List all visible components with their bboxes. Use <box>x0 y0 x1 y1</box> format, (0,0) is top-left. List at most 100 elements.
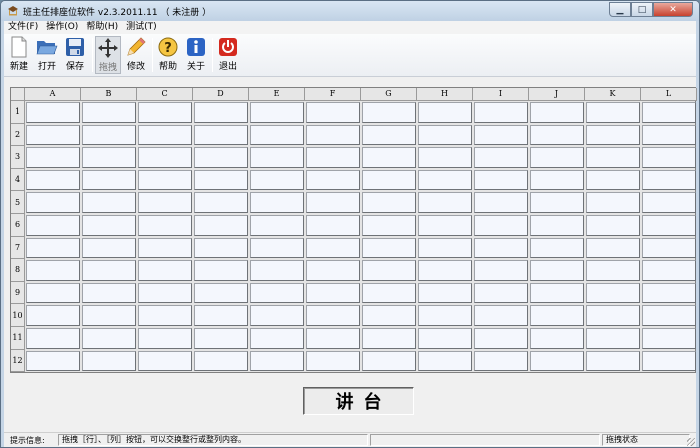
seat-cell[interactable] <box>362 192 416 213</box>
row-header[interactable]: 11 <box>11 327 25 350</box>
seat-cell[interactable] <box>306 215 360 236</box>
seat-cell[interactable] <box>138 169 192 191</box>
row-header[interactable]: 6 <box>11 214 25 237</box>
seat-cell[interactable] <box>194 237 248 259</box>
seat-cell[interactable] <box>306 124 360 146</box>
seat-cell[interactable] <box>26 124 80 146</box>
seat-cell[interactable] <box>250 260 304 281</box>
column-header[interactable]: D <box>193 88 249 101</box>
seat-cell[interactable] <box>194 305 248 326</box>
seat-cell[interactable] <box>474 260 528 281</box>
seat-cell[interactable] <box>530 282 584 304</box>
seat-cell[interactable] <box>26 282 80 304</box>
seat-cell[interactable] <box>642 237 696 259</box>
help-button[interactable]: ? 帮助 <box>155 36 181 74</box>
row-header[interactable]: 2 <box>11 123 25 147</box>
seat-cell[interactable] <box>530 237 584 259</box>
seat-cell[interactable] <box>474 350 528 372</box>
seat-cell[interactable] <box>586 124 640 146</box>
row-header[interactable]: 10 <box>11 304 25 327</box>
seat-cell[interactable] <box>26 237 80 259</box>
seat-cell[interactable] <box>418 102 472 123</box>
seat-cell[interactable] <box>306 102 360 123</box>
seat-cell[interactable] <box>194 282 248 304</box>
seat-cell[interactable] <box>362 350 416 372</box>
seat-cell[interactable] <box>530 305 584 326</box>
seat-cell[interactable] <box>418 215 472 236</box>
seat-cell[interactable] <box>418 237 472 259</box>
row-header[interactable]: 3 <box>11 146 25 169</box>
seat-cell[interactable] <box>418 260 472 281</box>
seat-cell[interactable] <box>474 169 528 191</box>
column-header[interactable]: B <box>81 88 137 101</box>
seat-cell[interactable] <box>82 102 136 123</box>
seat-cell[interactable] <box>418 282 472 304</box>
seat-cell[interactable] <box>530 147 584 168</box>
seat-cell[interactable] <box>250 192 304 213</box>
seat-cell[interactable] <box>82 147 136 168</box>
seat-cell[interactable] <box>474 305 528 326</box>
seat-cell[interactable] <box>250 102 304 123</box>
seat-cell[interactable] <box>362 328 416 349</box>
new-button[interactable]: 新建 <box>6 36 32 74</box>
seat-cell[interactable] <box>194 169 248 191</box>
seat-cell[interactable] <box>586 215 640 236</box>
seat-cell[interactable] <box>306 260 360 281</box>
seat-cell[interactable] <box>82 305 136 326</box>
column-header[interactable]: I <box>473 88 529 101</box>
seat-cell[interactable] <box>82 169 136 191</box>
row-header[interactable]: 8 <box>11 259 25 282</box>
seat-cell[interactable] <box>26 102 80 123</box>
seat-cell[interactable] <box>138 282 192 304</box>
seat-cell[interactable] <box>586 237 640 259</box>
column-header[interactable]: E <box>249 88 305 101</box>
seat-cell[interactable] <box>586 102 640 123</box>
seat-cell[interactable] <box>586 147 640 168</box>
seat-cell[interactable] <box>82 282 136 304</box>
seat-cell[interactable] <box>194 260 248 281</box>
seat-cell[interactable] <box>194 102 248 123</box>
minimize-button[interactable]: ▁ <box>609 2 631 17</box>
seat-cell[interactable] <box>306 305 360 326</box>
seat-cell[interactable] <box>642 169 696 191</box>
about-button[interactable]: 关于 <box>183 36 209 74</box>
resize-grip[interactable] <box>687 438 695 446</box>
seat-cell[interactable] <box>26 305 80 326</box>
seat-cell[interactable] <box>586 328 640 349</box>
seat-cell[interactable] <box>474 147 528 168</box>
seat-cell[interactable] <box>26 169 80 191</box>
seat-cell[interactable] <box>306 147 360 168</box>
seat-cell[interactable] <box>26 215 80 236</box>
seat-cell[interactable] <box>362 215 416 236</box>
seat-cell[interactable] <box>530 124 584 146</box>
seat-cell[interactable] <box>194 147 248 168</box>
column-header[interactable]: A <box>25 88 81 101</box>
seat-cell[interactable] <box>194 124 248 146</box>
seat-cell[interactable] <box>138 305 192 326</box>
seat-cell[interactable] <box>586 305 640 326</box>
seat-cell[interactable] <box>138 192 192 213</box>
seat-cell[interactable] <box>26 260 80 281</box>
seat-cell[interactable] <box>418 124 472 146</box>
seat-cell[interactable] <box>418 305 472 326</box>
title-bar[interactable]: 班主任排座位软件 v2.3.2011.11 （ 未注册 ） ▁ □ ✕ <box>1 1 699 21</box>
seat-cell[interactable] <box>138 102 192 123</box>
seat-cell[interactable] <box>530 260 584 281</box>
seat-cell[interactable] <box>642 305 696 326</box>
seat-cell[interactable] <box>362 237 416 259</box>
menu-test[interactable]: 测试(T) <box>122 21 161 34</box>
seat-cell[interactable] <box>586 192 640 213</box>
seat-cell[interactable] <box>362 305 416 326</box>
close-button[interactable]: ✕ <box>653 2 693 17</box>
seat-cell[interactable] <box>362 169 416 191</box>
seat-cell[interactable] <box>250 237 304 259</box>
seat-cell[interactable] <box>642 260 696 281</box>
seat-cell[interactable] <box>82 215 136 236</box>
seat-cell[interactable] <box>82 124 136 146</box>
seat-cell[interactable] <box>26 328 80 349</box>
save-button[interactable]: 保存 <box>62 36 88 74</box>
column-header[interactable]: G <box>361 88 417 101</box>
column-header[interactable]: C <box>137 88 193 101</box>
seat-cell[interactable] <box>26 147 80 168</box>
seat-cell[interactable] <box>306 328 360 349</box>
